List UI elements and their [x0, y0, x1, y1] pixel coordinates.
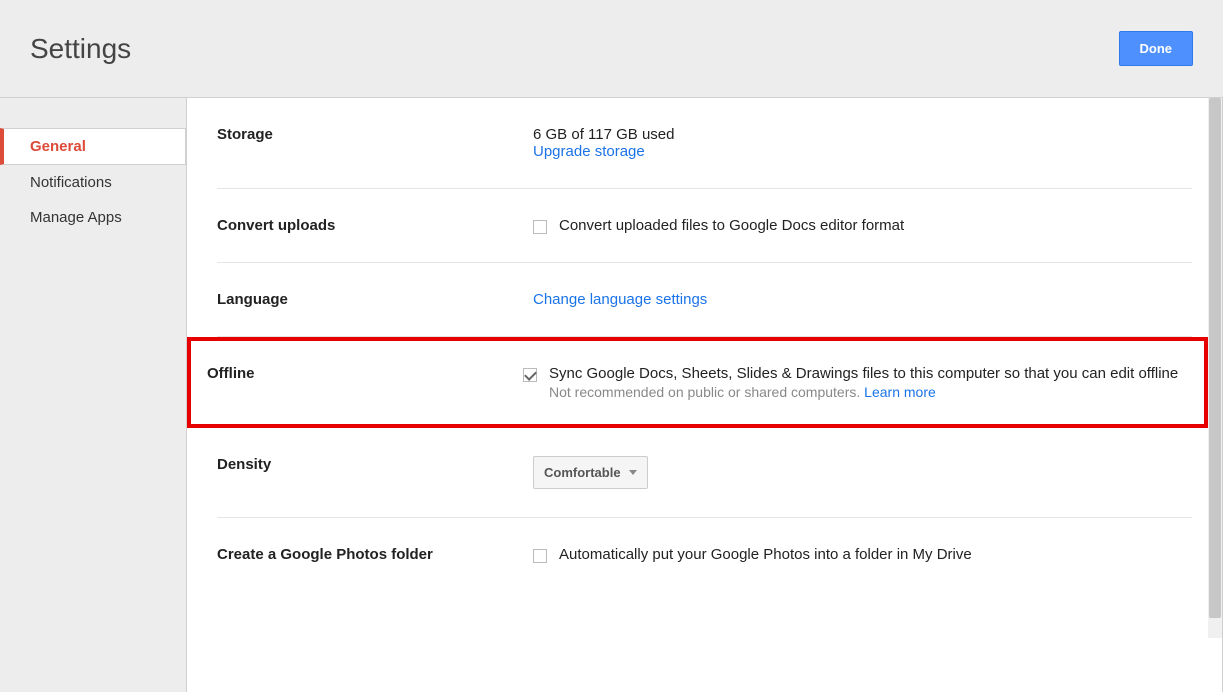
- dropdown-arrow-icon: [629, 470, 637, 475]
- page-title: Settings: [30, 33, 131, 65]
- convert-uploads-checkbox[interactable]: [533, 220, 547, 234]
- photos-folder-text: Automatically put your Google Photos int…: [559, 546, 972, 563]
- vertical-scrollbar[interactable]: [1208, 98, 1222, 638]
- row-convert-uploads: Convert uploads Convert uploaded files t…: [217, 189, 1192, 263]
- photos-folder-checkbox[interactable]: [533, 549, 547, 563]
- settings-content: Storage 6 GB of 117 GB used Upgrade stor…: [186, 98, 1223, 692]
- storage-status: 6 GB of 117 GB used: [533, 126, 1192, 143]
- offline-sync-checkbox[interactable]: [523, 368, 537, 382]
- convert-uploads-text: Convert uploaded files to Google Docs ed…: [559, 217, 904, 234]
- done-button[interactable]: Done: [1119, 31, 1194, 66]
- label-photos: Create a Google Photos folder: [217, 546, 533, 563]
- density-dropdown[interactable]: Comfortable: [533, 456, 648, 489]
- density-value: Comfortable: [544, 465, 621, 480]
- label-language: Language: [217, 291, 533, 308]
- label-offline: Offline: [207, 365, 523, 400]
- label-density: Density: [217, 456, 533, 489]
- scrollbar-thumb[interactable]: [1209, 98, 1221, 618]
- row-density: Density Comfortable: [217, 428, 1192, 518]
- upgrade-storage-link[interactable]: Upgrade storage: [533, 143, 645, 160]
- offline-learn-more-link[interactable]: Learn more: [864, 384, 936, 400]
- label-convert: Convert uploads: [217, 217, 533, 234]
- sidebar-item-general[interactable]: General: [0, 128, 186, 165]
- offline-highlight-box: Offline Sync Google Docs, Sheets, Slides…: [187, 337, 1208, 428]
- offline-sync-text: Sync Google Docs, Sheets, Slides & Drawi…: [549, 365, 1178, 382]
- row-language: Language Change language settings: [217, 263, 1192, 337]
- row-storage: Storage 6 GB of 117 GB used Upgrade stor…: [217, 98, 1192, 189]
- settings-header: Settings Done: [0, 0, 1223, 98]
- row-google-photos-folder: Create a Google Photos folder Automatica…: [217, 518, 1192, 591]
- offline-note: Not recommended on public or shared comp…: [549, 384, 1178, 400]
- label-storage: Storage: [217, 126, 533, 160]
- sidebar-item-notifications[interactable]: Notifications: [0, 165, 186, 200]
- sidebar-item-manage-apps[interactable]: Manage Apps: [0, 200, 186, 235]
- change-language-link[interactable]: Change language settings: [533, 291, 707, 308]
- settings-sidebar: General Notifications Manage Apps: [0, 98, 186, 692]
